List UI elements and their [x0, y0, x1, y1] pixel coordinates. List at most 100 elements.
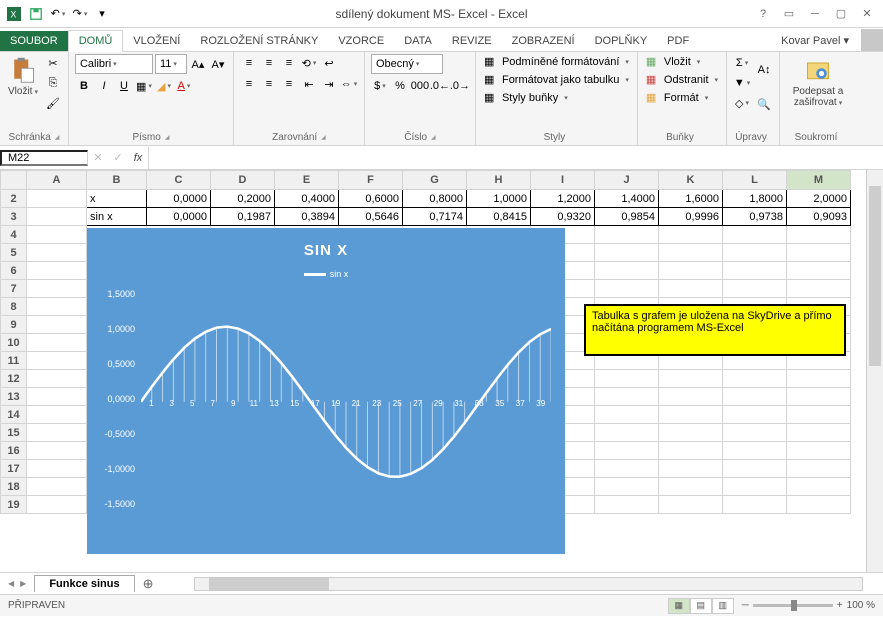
cell[interactable]: 1,2000: [531, 190, 595, 208]
col-header-D[interactable]: D: [211, 171, 275, 190]
border-button[interactable]: ▦: [135, 77, 153, 95]
cell[interactable]: [27, 424, 87, 442]
cell[interactable]: [659, 478, 723, 496]
cell[interactable]: [27, 298, 87, 316]
zoom-level[interactable]: 100 %: [847, 600, 875, 611]
cell[interactable]: 0,8415: [467, 208, 531, 226]
tab-vloen[interactable]: VLOŽENÍ: [123, 31, 190, 51]
cell[interactable]: [595, 406, 659, 424]
cell[interactable]: [27, 244, 87, 262]
row-header-7[interactable]: 7: [1, 280, 27, 298]
insert-function-icon[interactable]: fx: [128, 147, 148, 169]
row-header-4[interactable]: 4: [1, 226, 27, 244]
cell[interactable]: [27, 370, 87, 388]
bold-button[interactable]: B: [75, 77, 93, 95]
row-header-2[interactable]: 2: [1, 190, 27, 208]
indent-decrease-icon[interactable]: ⇤: [300, 75, 318, 93]
cell[interactable]: 0,0000: [147, 190, 211, 208]
cell-styles-button[interactable]: ▦Styly buňky: [482, 90, 570, 106]
tab-file[interactable]: SOUBOR: [0, 31, 68, 51]
cell[interactable]: 0,4000: [275, 190, 339, 208]
font-name-combo[interactable]: Calibri: [75, 54, 153, 74]
zoom-out-icon[interactable]: ─: [742, 600, 749, 611]
format-cells-button[interactable]: ▦Formát: [644, 90, 710, 106]
help-icon[interactable]: ?: [751, 4, 775, 24]
row-header-14[interactable]: 14: [1, 406, 27, 424]
cell[interactable]: [787, 262, 851, 280]
cell[interactable]: [659, 370, 723, 388]
sheet-tab-active[interactable]: Funkce sinus: [34, 575, 134, 592]
qat-customize-icon[interactable]: ▾: [92, 4, 112, 24]
tab-pdf[interactable]: PDF: [657, 31, 699, 51]
cell[interactable]: [723, 388, 787, 406]
font-color-button[interactable]: A: [175, 77, 193, 95]
cell[interactable]: [787, 424, 851, 442]
cell[interactable]: [787, 244, 851, 262]
cell[interactable]: [723, 424, 787, 442]
number-format-combo[interactable]: Obecný: [371, 54, 443, 74]
orientation-icon[interactable]: ⟲: [300, 54, 318, 72]
view-page-layout-icon[interactable]: ▤: [690, 598, 712, 614]
cell[interactable]: 0,0000: [147, 208, 211, 226]
sort-filter-icon[interactable]: A↕: [755, 54, 773, 86]
cell[interactable]: [659, 280, 723, 298]
cell[interactable]: [595, 388, 659, 406]
cell[interactable]: [659, 226, 723, 244]
cell[interactable]: [659, 460, 723, 478]
cell[interactable]: [723, 280, 787, 298]
paste-button[interactable]: Vložit: [6, 54, 40, 99]
cell[interactable]: [659, 424, 723, 442]
cell[interactable]: [27, 442, 87, 460]
save-icon[interactable]: [26, 4, 46, 24]
align-center-icon[interactable]: ≡: [260, 75, 278, 93]
name-box[interactable]: [0, 150, 88, 166]
col-header-H[interactable]: H: [467, 171, 531, 190]
cancel-formula-icon[interactable]: ✕: [88, 147, 108, 169]
wrap-text-icon[interactable]: ↩: [320, 54, 338, 72]
cell[interactable]: [27, 352, 87, 370]
fill-icon[interactable]: ▼: [733, 74, 751, 92]
cell[interactable]: [787, 280, 851, 298]
cell[interactable]: [787, 406, 851, 424]
scrollbar-thumb[interactable]: [209, 578, 329, 590]
col-header-C[interactable]: C: [147, 171, 211, 190]
vertical-scrollbar[interactable]: [866, 170, 883, 572]
view-normal-icon[interactable]: ▦: [668, 598, 690, 614]
row-header-9[interactable]: 9: [1, 316, 27, 334]
tab-rozloenstrnky[interactable]: ROZLOŽENÍ STRÁNKY: [190, 31, 328, 51]
cell[interactable]: [27, 226, 87, 244]
merge-icon[interactable]: ⇔: [340, 75, 358, 93]
conditional-format-button[interactable]: ▦Podmíněné formátování: [482, 54, 631, 70]
find-select-icon[interactable]: 🔍: [755, 88, 773, 120]
cell[interactable]: 0,9320: [531, 208, 595, 226]
cell[interactable]: 0,1987: [211, 208, 275, 226]
cell[interactable]: [595, 280, 659, 298]
tab-vzorce[interactable]: VZORCE: [328, 31, 394, 51]
cell[interactable]: [595, 460, 659, 478]
cell[interactable]: [595, 262, 659, 280]
cell[interactable]: [27, 316, 87, 334]
italic-button[interactable]: I: [95, 77, 113, 95]
tab-zobrazen[interactable]: ZOBRAZENÍ: [502, 31, 585, 51]
col-header-I[interactable]: I: [531, 171, 595, 190]
tab-revize[interactable]: REVIZE: [442, 31, 502, 51]
col-header-G[interactable]: G: [403, 171, 467, 190]
col-header-E[interactable]: E: [275, 171, 339, 190]
shrink-font-icon[interactable]: A▾: [209, 55, 227, 73]
cell[interactable]: 0,9996: [659, 208, 723, 226]
chart-sinx[interactable]: SIN X sin x 1,50001,00000,50000,0000-0,5…: [87, 228, 565, 554]
row-header-15[interactable]: 15: [1, 424, 27, 442]
cell[interactable]: 0,8000: [403, 190, 467, 208]
cell[interactable]: 1,8000: [723, 190, 787, 208]
cell[interactable]: 0,5646: [339, 208, 403, 226]
cell[interactable]: [659, 406, 723, 424]
scrollbar-thumb[interactable]: [869, 186, 881, 366]
cell[interactable]: 0,9854: [595, 208, 659, 226]
zoom-thumb[interactable]: [791, 600, 797, 611]
cell[interactable]: [723, 262, 787, 280]
cell[interactable]: 1,6000: [659, 190, 723, 208]
align-right-icon[interactable]: ≡: [280, 75, 298, 93]
view-page-break-icon[interactable]: ▥: [712, 598, 734, 614]
cell[interactable]: 0,2000: [211, 190, 275, 208]
col-header-A[interactable]: A: [27, 171, 87, 190]
